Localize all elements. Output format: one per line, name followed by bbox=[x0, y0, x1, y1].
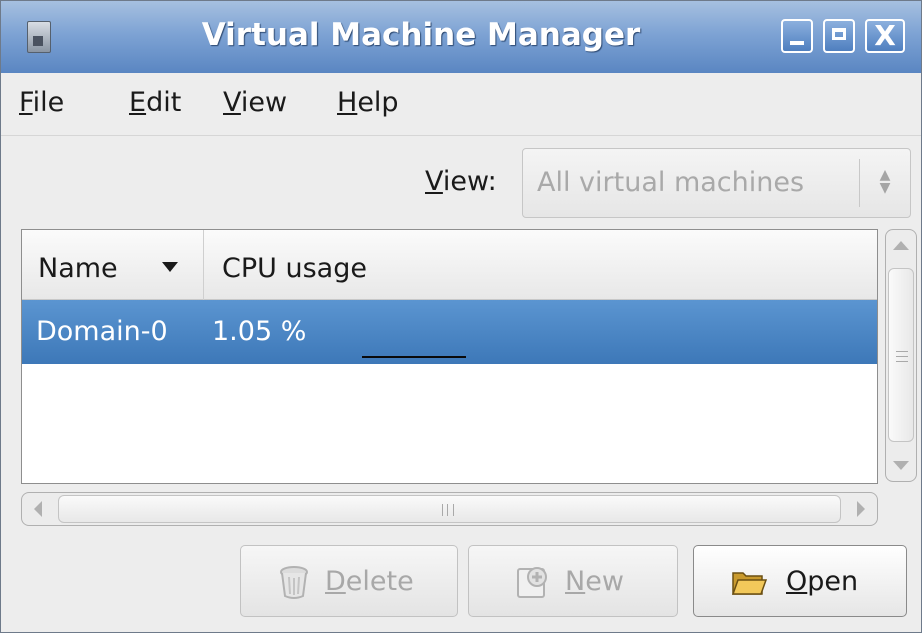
scroll-up-icon[interactable] bbox=[893, 241, 909, 250]
menu-help[interactable]: Help bbox=[337, 87, 399, 118]
menu-file[interactable]: File bbox=[19, 87, 64, 118]
vm-cpu-usage: 1.05 % bbox=[212, 316, 307, 347]
grip-icon bbox=[442, 504, 454, 516]
open-button[interactable]: Open bbox=[693, 545, 907, 617]
horizontal-scrollbar[interactable] bbox=[21, 492, 878, 526]
menu-edit[interactable]: Edit bbox=[129, 87, 181, 118]
sort-descending-icon bbox=[162, 262, 178, 272]
vertical-scrollbar[interactable] bbox=[885, 229, 917, 482]
horizontal-scroll-thumb[interactable] bbox=[58, 495, 841, 523]
scroll-right-icon[interactable] bbox=[857, 501, 865, 517]
view-filter-value: All virtual machines bbox=[537, 167, 805, 198]
column-header-cpu[interactable]: CPU usage bbox=[222, 253, 367, 284]
title-bar[interactable]: Virtual Machine Manager X bbox=[1, 1, 921, 74]
scroll-left-icon[interactable] bbox=[34, 501, 42, 517]
delete-label: Delete bbox=[325, 566, 414, 597]
new-label: New bbox=[565, 566, 624, 597]
view-filter-label: View: bbox=[425, 166, 497, 197]
open-label: Open bbox=[786, 566, 859, 597]
list-header: Name CPU usage bbox=[22, 230, 877, 300]
vm-list[interactable]: Name CPU usage Domain-0 1.05 % bbox=[21, 229, 878, 484]
view-filter-combo[interactable]: All virtual machines ▲ ▼ bbox=[522, 148, 911, 218]
combo-separator bbox=[859, 159, 860, 207]
close-icon: X bbox=[874, 19, 896, 52]
updown-arrows-icon: ▲ ▼ bbox=[879, 167, 891, 196]
column-name-label: Name bbox=[38, 253, 118, 284]
trash-icon bbox=[280, 566, 308, 599]
grip-icon bbox=[896, 351, 908, 362]
minimize-button[interactable] bbox=[781, 19, 813, 53]
table-row[interactable]: Domain-0 1.05 % bbox=[22, 300, 877, 364]
scroll-down-icon[interactable] bbox=[893, 461, 909, 470]
cpu-usage-graph bbox=[362, 356, 466, 358]
new-button[interactable]: New bbox=[468, 545, 678, 617]
vertical-scroll-thumb[interactable] bbox=[888, 268, 914, 442]
close-button[interactable]: X bbox=[865, 19, 905, 53]
new-icon bbox=[517, 567, 547, 598]
menu-view[interactable]: View bbox=[223, 87, 287, 118]
folder-icon bbox=[731, 572, 768, 595]
vmm-window: Virtual Machine Manager X File Edit View… bbox=[0, 0, 922, 633]
delete-button[interactable]: Delete bbox=[240, 545, 458, 617]
column-header-name[interactable]: Name bbox=[22, 230, 204, 300]
vm-name: Domain-0 bbox=[36, 316, 168, 347]
menu-bar: File Edit View Help bbox=[1, 73, 921, 136]
maximize-button[interactable] bbox=[823, 19, 855, 53]
